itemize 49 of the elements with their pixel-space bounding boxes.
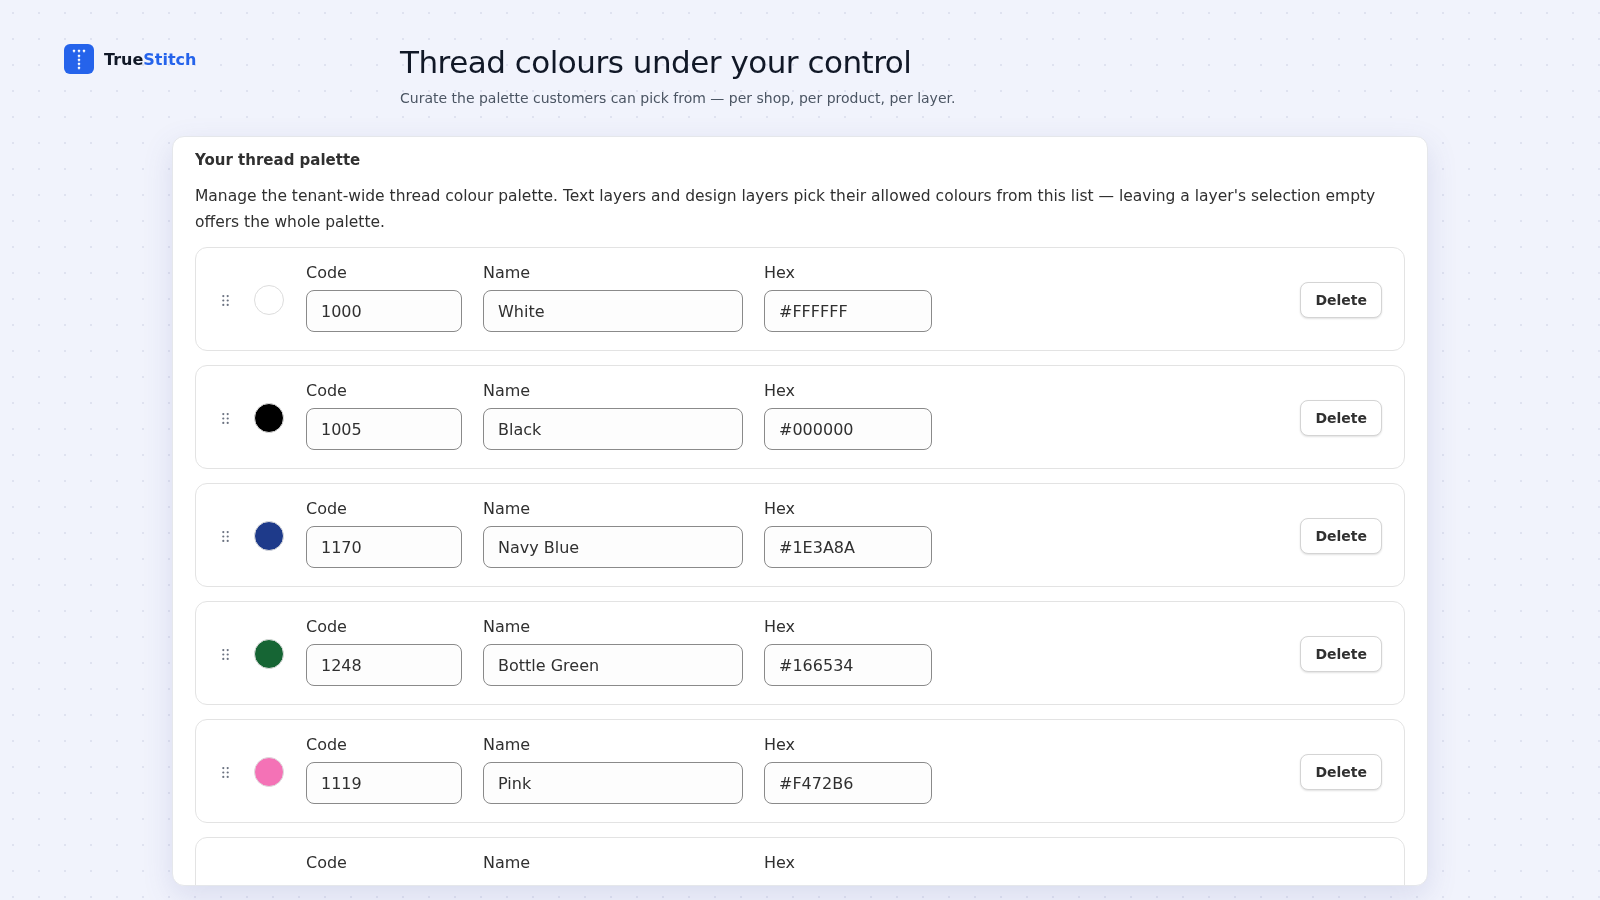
field-label: Code [306,381,348,400]
delete-button[interactable]: Delete [1300,282,1382,318]
field-label: Name [483,499,532,518]
drag-handle-icon[interactable] [222,648,229,660]
delete-button[interactable]: Delete [1300,636,1382,672]
logo-icon [64,44,94,74]
field-label: Hex [764,263,797,282]
code-field[interactable]: 1000 [306,290,462,332]
hex-field[interactable]: #FFFFFF [764,290,932,332]
field-label: Name [483,381,532,400]
field-label: Name [483,617,532,636]
name-field[interactable]: White [483,290,743,332]
code-field[interactable]: 1248 [306,644,462,686]
page-title: Thread colours under your control [400,44,913,80]
delete-button[interactable]: Delete [1300,400,1382,436]
field-label: Hex [764,853,797,872]
code-field[interactable]: 1005 [306,408,462,450]
hex-field[interactable]: #F472B6 [764,762,932,804]
delete-button[interactable]: Delete [1300,754,1382,790]
page-subtitle: Curate the palette customers can pick from — per shop, per product, per layer. [400,90,956,106]
field-label: Code [306,617,348,636]
hex-field[interactable]: #1E3A8A [764,526,932,568]
hex-field[interactable]: #166534 [764,644,932,686]
field-label: Code [306,263,348,282]
code-field[interactable]: 1119 [306,762,462,804]
brand-name: TrueStitch [104,49,197,69]
name-field[interactable]: Navy Blue [483,526,743,568]
field-label: Code [306,735,348,754]
field-label: Hex [764,381,797,400]
card-title: Your thread palette [195,151,362,169]
field-label: Name [483,735,532,754]
field-label: Code [306,499,348,518]
drag-handle-icon[interactable] [222,530,229,542]
delete-button[interactable]: Delete [1300,518,1382,554]
field-label: Name [483,263,532,282]
field-label: Hex [764,735,797,754]
name-field[interactable]: Black [483,408,743,450]
card-description: Manage the tenant-wide thread colour palette. Text layers and design layers pick their allowed colours from this list — leaving a layer's selection empty offers the whole palette. [195,186,1377,233]
name-field[interactable]: Bottle Green [483,644,743,686]
drag-handle-icon[interactable] [222,412,229,424]
drag-handle-icon[interactable] [222,294,229,306]
field-label: Name [483,853,532,872]
name-field[interactable]: Pink [483,762,743,804]
drag-handle-icon[interactable] [222,766,229,778]
field-label: Hex [764,617,797,636]
field-label: Code [306,853,348,872]
hex-field[interactable]: #000000 [764,408,932,450]
code-field[interactable]: 1170 [306,526,462,568]
field-label: Hex [764,499,797,518]
